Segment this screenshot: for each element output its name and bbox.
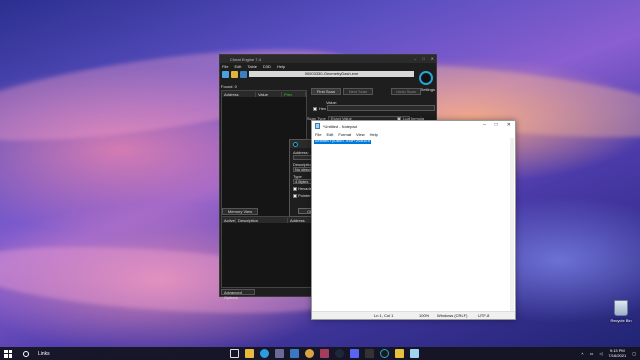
np-menu-view[interactable]: View: [356, 132, 365, 137]
hexadecimal-checkbox[interactable]: [293, 186, 297, 191]
network-icon[interactable]: ▭: [590, 351, 594, 356]
undo-scan-button[interactable]: Undo Scan: [391, 88, 421, 95]
pointer-checkbox[interactable]: [293, 193, 297, 198]
links-toolbar[interactable]: Links: [38, 351, 50, 357]
steam-icon[interactable]: [335, 349, 344, 358]
line-ending: Windows (CRLF): [437, 313, 468, 318]
hex-checkbox[interactable]: [313, 106, 317, 111]
maximize-icon[interactable]: □: [495, 122, 498, 128]
ce-titlebar[interactable]: Cheat Engine 7.4 – □ ✕: [220, 55, 436, 63]
cheat-engine-logo-icon[interactable]: [419, 71, 433, 85]
first-scan-button[interactable]: First Scan: [311, 88, 341, 95]
selected-text[interactable]: GeometryDash.exe+2661E0: [314, 140, 372, 144]
notepad-statusbar: Ln 1, Col 1 100% Windows (CRLF) UTF-8: [312, 311, 515, 319]
ce-toolbar: 00003330-GeometryDash.exe: [220, 69, 436, 79]
col-prev[interactable]: Prev: [282, 91, 306, 97]
hex-label: Hex: [319, 106, 327, 111]
close-icon[interactable]: ✕: [431, 56, 434, 61]
file-explorer-icon[interactable]: [245, 349, 254, 358]
zoom-level: 100%: [419, 313, 430, 318]
minimize-icon[interactable]: –: [414, 56, 416, 61]
task-view-icon[interactable]: [230, 349, 239, 358]
value-input[interactable]: [327, 105, 435, 111]
maximize-icon[interactable]: □: [422, 56, 424, 61]
col-address[interactable]: Address: [222, 91, 256, 97]
ce-menu-d3d[interactable]: D3D: [263, 64, 271, 69]
open-process-icon[interactable]: [222, 70, 229, 78]
edge-icon[interactable]: [260, 349, 269, 358]
notepad-title: *Untitled - Notepad: [323, 123, 357, 129]
open-file-icon[interactable]: [231, 70, 238, 78]
cheat-engine-small-icon: [293, 141, 298, 147]
pointer-label: Pointer: [298, 193, 311, 198]
notepad-text-area[interactable]: GeometryDash.exe+2661E0: [313, 138, 514, 311]
memory-view-button[interactable]: Memory View: [222, 208, 258, 215]
save-icon[interactable]: [240, 70, 247, 78]
advanced-options-button[interactable]: Advanced Options: [221, 289, 255, 300]
store-icon[interactable]: [275, 349, 284, 358]
chevron-up-icon[interactable]: ˄: [581, 351, 583, 356]
close-icon[interactable]: ✕: [507, 122, 511, 128]
volume-icon[interactable]: ◁: [599, 351, 602, 356]
notepad-menubar: File Edit Format View Help: [312, 131, 515, 138]
col-value[interactable]: Value: [256, 91, 282, 97]
process-name: 00003330-GeometryDash.exe: [249, 71, 414, 77]
ce-menu-file[interactable]: File: [222, 64, 228, 69]
found-count: Found: 0: [221, 84, 237, 89]
discord-icon[interactable]: [350, 349, 359, 358]
np-menu-help[interactable]: Help: [370, 132, 378, 137]
windows-start-icon[interactable]: [4, 349, 12, 358]
ce-menu-table[interactable]: Table: [247, 64, 257, 69]
recycle-bin-desktop-icon[interactable]: Recycle Bin: [606, 300, 636, 323]
chrome-icon[interactable]: [305, 349, 314, 358]
np-menu-format[interactable]: Format: [338, 132, 351, 137]
recycle-bin-label: Recycle Bin: [610, 318, 632, 323]
ce-menu-edit[interactable]: Edit: [234, 64, 241, 69]
notepad-taskbar-icon[interactable]: [410, 349, 419, 358]
geometry-dash-icon[interactable]: [395, 349, 404, 358]
minimize-icon[interactable]: –: [483, 122, 486, 128]
cursor-position: Ln 1, Col 1: [374, 313, 394, 318]
search-icon[interactable]: [23, 350, 29, 357]
col-description[interactable]: Description: [236, 217, 288, 223]
app-icon[interactable]: [320, 349, 329, 358]
taskbar: Links ˄ ▭ ◁ 9:13 PM 7/16/2021 ▢: [0, 347, 640, 360]
clock[interactable]: 9:13 PM 7/16/2021: [608, 348, 626, 358]
notepad-window: *Untitled - Notepad – □ ✕ File Edit Form…: [311, 120, 516, 320]
notifications-icon[interactable]: ▢: [632, 351, 636, 356]
recycle-bin-icon: [614, 300, 628, 316]
taskbar-apps: [230, 349, 419, 358]
np-menu-file[interactable]: File: [315, 132, 321, 137]
terminal-icon[interactable]: [365, 349, 374, 358]
ce-menu-help[interactable]: Help: [277, 64, 285, 69]
settings-link[interactable]: Settings: [421, 87, 435, 92]
col-active[interactable]: Active: [222, 217, 236, 223]
ce-title: Cheat Engine 7.4: [230, 56, 261, 62]
clock-date: 7/16/2021: [608, 353, 627, 358]
notepad-icon: [315, 123, 320, 129]
np-menu-edit[interactable]: Edit: [326, 132, 333, 137]
system-tray: ˄ ▭ ◁ 9:13 PM 7/16/2021 ▢: [581, 348, 636, 358]
next-scan-button[interactable]: Next Scan: [343, 88, 373, 95]
notepad-titlebar[interactable]: *Untitled - Notepad – □ ✕: [312, 121, 515, 131]
mail-icon[interactable]: [290, 349, 299, 358]
cheat-engine-taskbar-icon[interactable]: [380, 349, 389, 358]
vertical-scrollbar[interactable]: [510, 138, 514, 311]
encoding: UTF-8: [478, 313, 490, 318]
